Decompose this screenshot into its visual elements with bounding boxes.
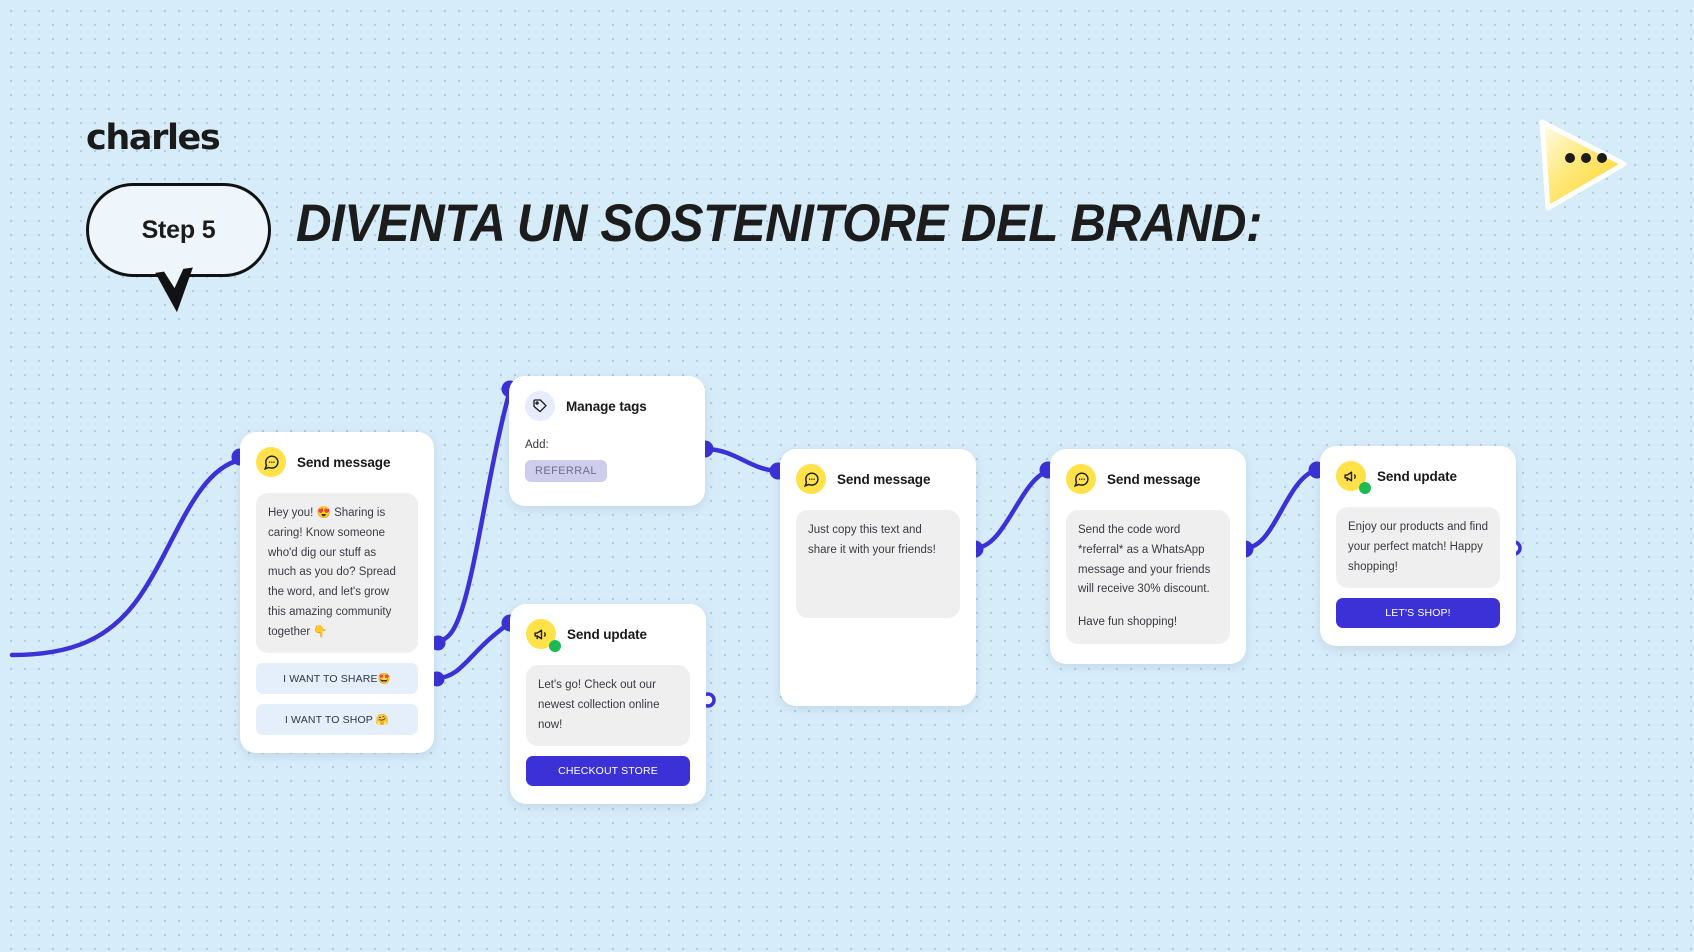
card-header: Send message bbox=[780, 449, 976, 494]
tag-icon bbox=[525, 391, 555, 421]
message-text: Hey you! 😍 Sharing is caring! Know someo… bbox=[268, 507, 396, 638]
flow-card-send-update-2[interactable]: Send update Enjoy our products and find … bbox=[1320, 440, 1516, 647]
card-title: Send update bbox=[567, 626, 647, 642]
card-header: Send update bbox=[510, 604, 706, 652]
cta-button-checkout-store[interactable]: CHECKOUT STORE bbox=[526, 756, 690, 787]
step-badge-tail-inner bbox=[161, 264, 189, 290]
megaphone-icon bbox=[526, 619, 561, 652]
cta-button-lets-shop[interactable]: LET'S SHOP! bbox=[1336, 598, 1500, 629]
step-badge-label: Step 5 bbox=[141, 215, 216, 244]
tag-chip-referral[interactable]: REFERRAL bbox=[525, 460, 607, 482]
message-text: Just copy this text and share it with yo… bbox=[808, 524, 936, 556]
play-button-mascot-icon bbox=[1539, 119, 1627, 211]
card-title: Send message bbox=[1107, 471, 1201, 487]
message-text: Send the code word *referral* as a Whats… bbox=[1078, 524, 1211, 596]
card-title: Send message bbox=[297, 454, 391, 470]
flow-card-manage-tags[interactable]: Manage tags Add: REFERRAL bbox=[509, 376, 705, 506]
flow-card-send-message-3[interactable]: Send message Send the code word *referra… bbox=[1050, 444, 1246, 664]
message-bubble: Send the code word *referral* as a Whats… bbox=[1066, 510, 1230, 644]
add-tags-label: Add: bbox=[525, 439, 549, 451]
card-header: Send update bbox=[1320, 446, 1516, 494]
flow-card-send-update-1[interactable]: Send update Let's go! Check out our newe… bbox=[510, 598, 706, 805]
page-title: DIVENTA UN SOSTENITORE DEL BRAND: bbox=[296, 194, 1262, 253]
status-dot-online bbox=[1359, 482, 1371, 494]
card-title: Send message bbox=[837, 471, 931, 487]
chat-bubble-icon bbox=[1066, 464, 1096, 494]
message-text-secondary: Have fun shopping! bbox=[1078, 616, 1178, 629]
message-bubble: Let's go! Check out our newest collectio… bbox=[526, 665, 690, 747]
quick-reply-button-share[interactable]: I WANT TO SHARE🤩 bbox=[256, 663, 418, 695]
card-header: Manage tags bbox=[509, 376, 705, 421]
step-badge: Step 5 bbox=[86, 183, 271, 277]
chat-bubble-icon bbox=[796, 464, 826, 494]
flow-card-send-message-1[interactable]: Send message Hey you! 😍 Sharing is carin… bbox=[240, 426, 434, 754]
quick-reply-button-shop[interactable]: I WANT TO SHOP 🤗 bbox=[256, 704, 418, 736]
message-bubble: Hey you! 😍 Sharing is caring! Know someo… bbox=[256, 493, 418, 654]
card-header: Send message bbox=[1050, 449, 1246, 494]
flow-card-send-message-2[interactable]: Send message Just copy this text and sha… bbox=[780, 444, 976, 706]
message-bubble: Enjoy our products and find your perfect… bbox=[1336, 507, 1500, 589]
card-title: Send update bbox=[1377, 468, 1457, 484]
message-text: Let's go! Check out our newest collectio… bbox=[538, 679, 660, 731]
message-bubble: Just copy this text and share it with yo… bbox=[796, 510, 960, 618]
card-header: Send message bbox=[240, 432, 434, 477]
status-dot-online bbox=[549, 640, 561, 652]
card-title: Manage tags bbox=[566, 398, 647, 414]
message-text: Enjoy our products and find your perfect… bbox=[1348, 521, 1489, 573]
chat-bubble-icon bbox=[256, 447, 286, 477]
megaphone-icon bbox=[1336, 461, 1371, 494]
brand-logo: charles bbox=[86, 118, 221, 158]
